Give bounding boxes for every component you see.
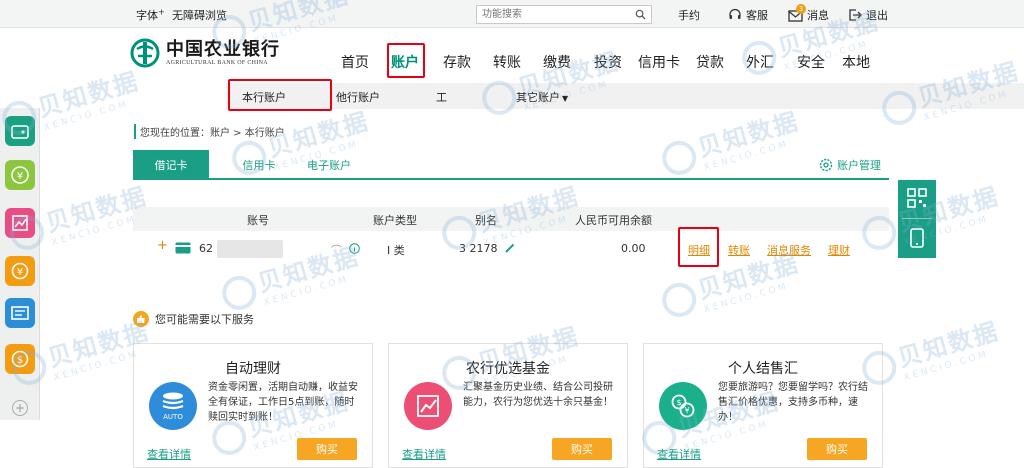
logout-link[interactable]: 退出 bbox=[848, 7, 888, 23]
card-description: 资金零闲置，活期自动赚，收益安全有保证，工作日5点到账，随时赎回实时到账！ bbox=[208, 382, 358, 423]
card-forex: 个人结售汇 $ ¥ 您要旅游吗？您要留学吗？农行结售汇价格优惠，支持多币种，速办！… bbox=[643, 343, 883, 468]
function-search[interactable] bbox=[476, 5, 652, 24]
bank-logo[interactable]: 中国农业银行 AGRICULTURAL BANK OF CHINA bbox=[130, 38, 280, 68]
search-icon[interactable] bbox=[635, 9, 646, 20]
logo-cn: 中国农业银行 bbox=[166, 39, 280, 60]
info-icon[interactable] bbox=[349, 243, 360, 254]
card-fund: 农行优选基金 汇聚基金历史业绩、结合公司投研能力，农行为您优选十余只基金！ 查看… bbox=[388, 343, 628, 468]
top-utility-bar: 字体+ 无障碍浏览 手约 客服 3 消息 退出 bbox=[0, 0, 1024, 28]
wealth-link[interactable]: 理财 bbox=[828, 242, 850, 258]
service-hint: 您可能需要以下服务 bbox=[133, 311, 254, 327]
svg-text:¥: ¥ bbox=[17, 171, 23, 182]
message-badge: 3 bbox=[796, 3, 806, 14]
highlight-nav-account bbox=[387, 43, 425, 78]
buy-button[interactable]: 购买 bbox=[552, 438, 612, 460]
eye-icon[interactable]: ⌒ bbox=[331, 242, 342, 258]
highlight-subnav-own bbox=[228, 79, 332, 111]
col-balance: 人民币可用余额 bbox=[575, 214, 652, 227]
nav-security[interactable]: 安全 bbox=[797, 52, 825, 72]
dock-add-icon[interactable]: + bbox=[12, 400, 28, 416]
search-input[interactable] bbox=[477, 6, 627, 23]
pencil-icon[interactable] bbox=[505, 243, 515, 253]
abc-logo-icon bbox=[130, 38, 160, 68]
subnav-more-accounts[interactable]: 其它账户 ▼ bbox=[516, 89, 568, 105]
messages-link[interactable]: 3 消息 bbox=[788, 3, 829, 23]
col-type: 账户类型 bbox=[373, 214, 417, 227]
font-size-toggle[interactable]: 字体+ bbox=[136, 7, 165, 23]
card-more-link[interactable]: 查看详情 bbox=[657, 446, 701, 462]
highlight-detail bbox=[678, 227, 719, 267]
svg-text:¥: ¥ bbox=[684, 406, 689, 415]
tab-electronic-account[interactable]: 电子账户 bbox=[299, 150, 359, 180]
breadcrumb: 您现在的位置：账户 > 本行账户 bbox=[134, 124, 285, 139]
dock-dollar-icon[interactable]: $ bbox=[5, 344, 35, 374]
accessibility-link[interactable]: 无障碍浏览 bbox=[172, 7, 227, 23]
svg-text:AUTO: AUTO bbox=[163, 413, 183, 421]
subnav-other-bank-account[interactable]: 他行账户 bbox=[336, 89, 380, 105]
sub-nav: 本行账户 他行账户 工 其它账户 ▼ bbox=[226, 83, 1024, 109]
card-auto-wealth: 自动理财 AUTO 资金零闲置，活期自动赚，收益安全有保证，工作日5点到账，随时… bbox=[133, 343, 373, 468]
message-service-link[interactable]: 消息服务 bbox=[767, 242, 811, 258]
balance-value: 0.00 bbox=[621, 242, 646, 255]
growth-chart-icon bbox=[404, 382, 452, 430]
account-manage-link[interactable]: 账户管理 bbox=[819, 157, 881, 173]
buy-button[interactable]: 购买 bbox=[297, 438, 357, 460]
card-description: 您要旅游吗？您要留学吗？农行结售汇价格优惠，支持多币种，速办！ bbox=[718, 382, 868, 423]
help-link[interactable]: 手约 bbox=[678, 7, 700, 23]
database-icon: AUTO bbox=[149, 382, 197, 430]
svg-text:¥: ¥ bbox=[17, 267, 23, 278]
subnav-third[interactable]: 工 bbox=[436, 89, 447, 105]
nav-transfer[interactable]: 转账 bbox=[493, 52, 521, 72]
caret-down-icon: ▼ bbox=[562, 94, 569, 103]
nav-credit-card[interactable]: 信用卡 bbox=[638, 52, 680, 72]
card-more-link[interactable]: 查看详情 bbox=[402, 446, 446, 462]
nav-invest[interactable]: 投资 bbox=[594, 52, 622, 72]
nav-home[interactable]: 首页 bbox=[341, 52, 369, 72]
masked-account-digits bbox=[217, 240, 283, 258]
nav-loan[interactable]: 贷款 bbox=[696, 52, 724, 72]
expand-icon[interactable]: + bbox=[157, 238, 168, 253]
card-title: 农行优选基金 bbox=[466, 361, 550, 377]
left-dock: ¥ ¥ $ + bbox=[0, 108, 40, 420]
gear-icon bbox=[819, 158, 833, 172]
logo-en: AGRICULTURAL BANK OF CHINA bbox=[166, 60, 268, 66]
svg-text:$: $ bbox=[17, 355, 23, 366]
dock-chart-icon[interactable] bbox=[5, 208, 35, 238]
account-type: I 类 bbox=[387, 244, 405, 257]
currency-exchange-icon: $ ¥ bbox=[659, 382, 707, 430]
account-number: 62 bbox=[199, 242, 213, 255]
dock-coin-icon[interactable]: ¥ bbox=[5, 256, 35, 286]
right-float-panel bbox=[898, 180, 936, 258]
tab-credit-card[interactable]: 信用卡 bbox=[229, 150, 289, 180]
service-link[interactable]: 客服 bbox=[728, 7, 768, 23]
account-alias: 3 2178 bbox=[459, 242, 498, 255]
dock-yuan-exchange-icon[interactable]: ¥ bbox=[5, 160, 35, 190]
buy-button[interactable]: 购买 bbox=[807, 438, 867, 460]
nav-deposit[interactable]: 存款 bbox=[443, 52, 471, 72]
card-title: 自动理财 bbox=[225, 361, 281, 377]
tab-debit-card[interactable]: 借记卡 bbox=[133, 150, 209, 180]
headset-icon bbox=[729, 8, 741, 19]
card-more-link[interactable]: 查看详情 bbox=[147, 446, 191, 462]
dock-bill-icon[interactable] bbox=[5, 298, 35, 328]
nav-local[interactable]: 本地 bbox=[842, 52, 870, 72]
phone-icon[interactable] bbox=[908, 228, 926, 248]
thumbs-up-icon bbox=[133, 311, 149, 327]
svg-text:$: $ bbox=[676, 398, 681, 407]
col-account: 账号 bbox=[247, 214, 269, 227]
nav-forex[interactable]: 外汇 bbox=[746, 52, 774, 72]
table-row: + 62 ⌒ I 类 3 2178 0.00 明细 转账 消息服务 理财 bbox=[133, 234, 889, 266]
logout-icon bbox=[849, 9, 862, 21]
card-description: 汇聚基金历史业绩、结合公司投研能力，农行为您优选十余只基金！ bbox=[463, 382, 613, 408]
account-table-header: 账号 账户类型 别名 人民币可用余额 bbox=[133, 207, 889, 231]
qr-code-icon[interactable] bbox=[907, 188, 927, 208]
card-icon bbox=[175, 242, 191, 254]
card-title: 个人结售汇 bbox=[728, 361, 798, 377]
transfer-link[interactable]: 转账 bbox=[728, 242, 750, 258]
col-alias: 别名 bbox=[475, 214, 497, 227]
dock-wallet-icon[interactable] bbox=[5, 116, 35, 146]
nav-payment[interactable]: 缴费 bbox=[543, 52, 571, 72]
account-tabs: 借记卡 信用卡 电子账户 账户管理 bbox=[133, 150, 889, 180]
mail-icon: 3 bbox=[788, 3, 806, 22]
